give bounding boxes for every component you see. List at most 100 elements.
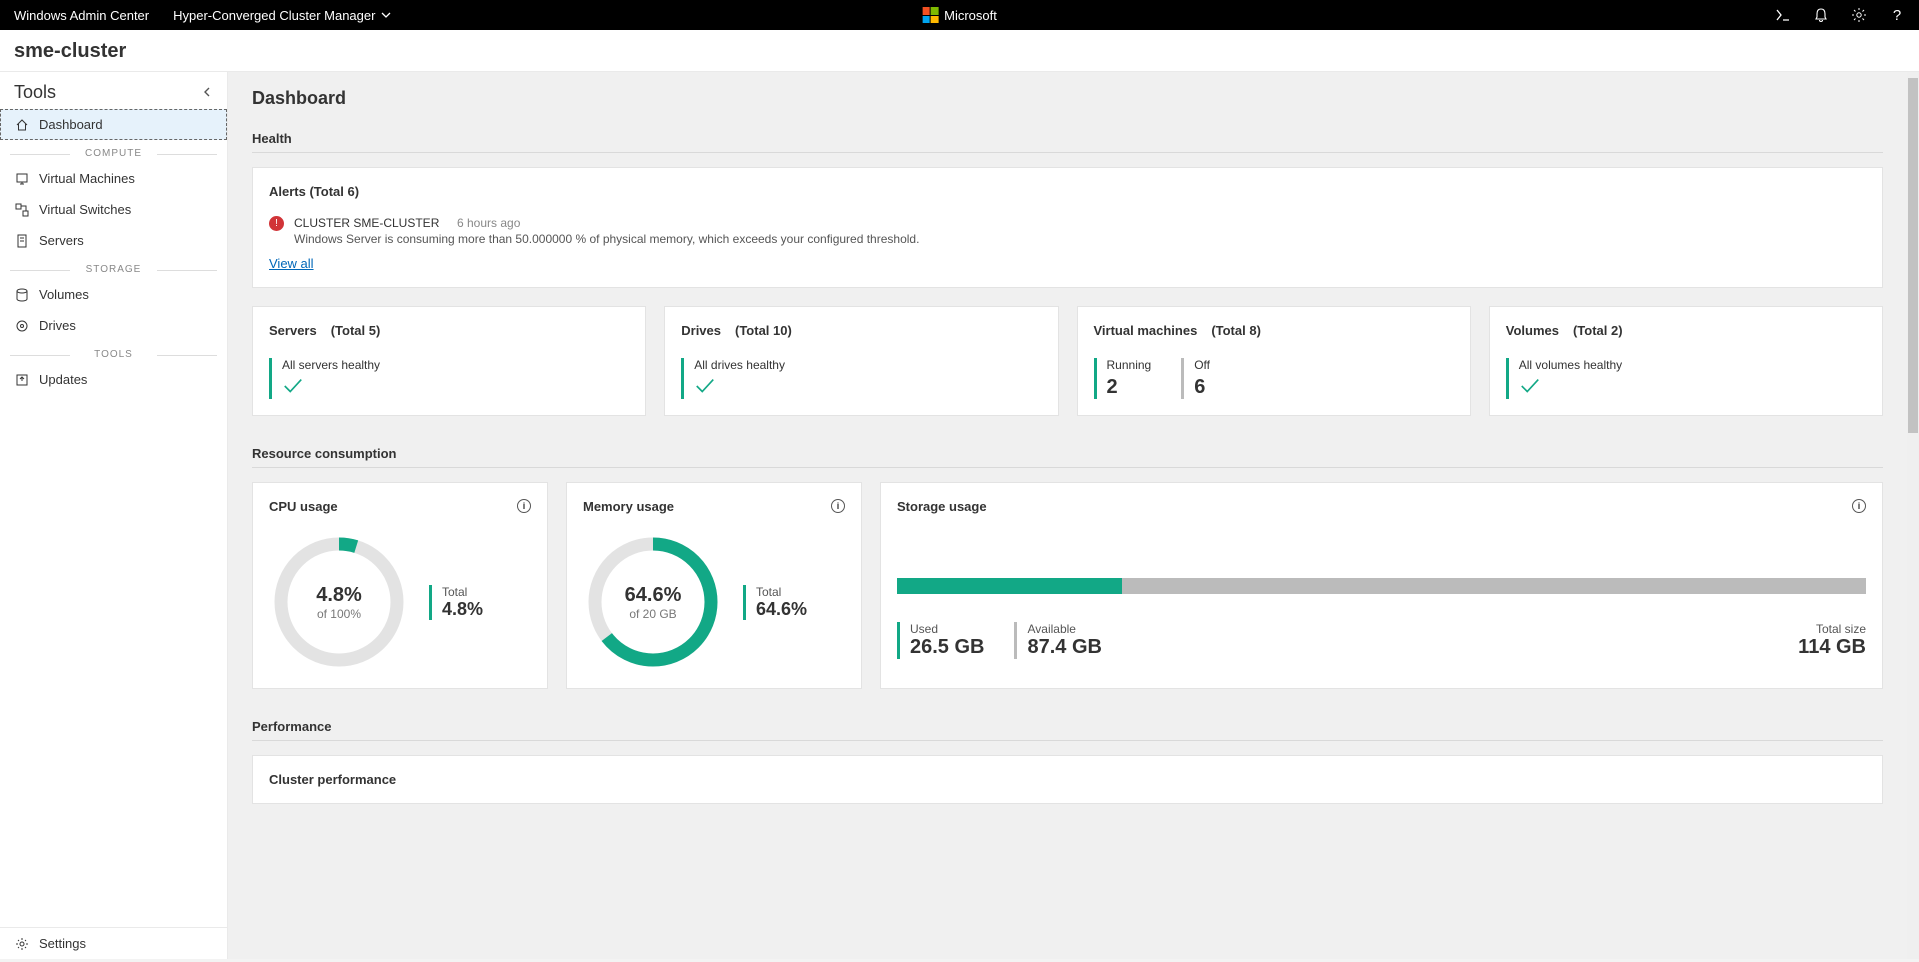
check-icon bbox=[282, 376, 304, 396]
card-total: (Total 10) bbox=[735, 323, 792, 338]
info-icon[interactable]: i bbox=[517, 499, 531, 513]
sidebar-item-vswitches[interactable]: Virtual Switches bbox=[0, 194, 227, 225]
cpu-total-label: Total bbox=[442, 585, 483, 599]
collapse-sidebar-icon[interactable] bbox=[201, 82, 213, 103]
resource-heading: Resource consumption bbox=[252, 446, 1883, 461]
help-icon[interactable]: ? bbox=[1889, 7, 1905, 23]
card-title: Volumes bbox=[1506, 323, 1559, 338]
microsoft-brand: Microsoft bbox=[922, 7, 997, 23]
group-tools: TOOLS bbox=[0, 349, 227, 360]
volumes-card[interactable]: Volumes (Total 2) All volumes healthy bbox=[1489, 306, 1883, 416]
vm-icon bbox=[15, 172, 29, 186]
servers-card[interactable]: Servers (Total 5) All servers healthy bbox=[252, 306, 646, 416]
alerts-title: Alerts (Total 6) bbox=[269, 184, 1866, 199]
card-total: (Total 5) bbox=[331, 323, 381, 338]
mem-total-value: 64.6% bbox=[756, 599, 807, 620]
home-icon bbox=[15, 118, 29, 132]
group-compute: COMPUTE bbox=[0, 148, 227, 159]
status-label: All servers healthy bbox=[282, 358, 380, 372]
sidebar-item-updates[interactable]: Updates bbox=[0, 364, 227, 395]
chevron-down-icon bbox=[381, 10, 391, 20]
settings-gear-icon[interactable] bbox=[1851, 7, 1867, 23]
cpu-gauge: 4.8%of 100% bbox=[269, 532, 409, 672]
updates-icon bbox=[15, 373, 29, 387]
sidebar-item-dashboard[interactable]: Dashboard bbox=[0, 109, 227, 140]
topbar: Windows Admin Center Hyper-Converged Clu… bbox=[0, 0, 1919, 30]
check-icon bbox=[694, 376, 716, 396]
gear-icon bbox=[15, 937, 29, 951]
switch-icon bbox=[15, 203, 29, 217]
microsoft-label: Microsoft bbox=[944, 8, 997, 23]
card-title: CPU usage bbox=[269, 499, 338, 514]
avail-value: 87.4 GB bbox=[1027, 636, 1101, 659]
check-icon bbox=[1519, 376, 1541, 396]
cpu-sub: of 100% bbox=[317, 607, 361, 621]
sidebar-item-settings[interactable]: Settings bbox=[0, 928, 227, 959]
nav-label: Virtual Machines bbox=[39, 171, 135, 186]
storage-bar bbox=[897, 578, 1866, 594]
vms-card[interactable]: Virtual machines(Total 8) Running2 Off6 bbox=[1077, 306, 1471, 416]
nav-label: Virtual Switches bbox=[39, 202, 131, 217]
cpu-card: CPU usage i 4.8%of 100% Total4.8% bbox=[252, 482, 548, 689]
alert-time: 6 hours ago bbox=[457, 216, 520, 230]
memory-gauge: 64.6%of 20 GB bbox=[583, 532, 723, 672]
alert-error-icon: ! bbox=[269, 216, 284, 231]
page-title: Dashboard bbox=[252, 88, 1883, 109]
drives-card[interactable]: Drives (Total 10) All drives healthy bbox=[664, 306, 1058, 416]
nav-label: Drives bbox=[39, 318, 76, 333]
memory-pct: 64.6% bbox=[625, 584, 682, 607]
sidebar-item-drives[interactable]: Drives bbox=[0, 310, 227, 341]
nav-label: Volumes bbox=[39, 287, 89, 302]
microsoft-logo-icon bbox=[922, 7, 938, 23]
alert-row[interactable]: ! CLUSTER SME-CLUSTER 6 hours ago Window… bbox=[269, 215, 1866, 246]
card-title: Drives bbox=[681, 323, 721, 338]
cpu-total-value: 4.8% bbox=[442, 599, 483, 620]
scrollbar-thumb[interactable] bbox=[1908, 78, 1918, 433]
content-area: Dashboard Health Alerts (Total 6) ! CLUS… bbox=[228, 72, 1907, 959]
card-total: (Total 8) bbox=[1211, 323, 1261, 338]
status-label: All drives healthy bbox=[694, 358, 785, 372]
card-title: Servers bbox=[269, 323, 317, 338]
running-value: 2 bbox=[1107, 376, 1152, 399]
nav-label: Dashboard bbox=[39, 117, 103, 132]
cluster-name: sme-cluster bbox=[14, 40, 1905, 63]
scrollbar[interactable] bbox=[1907, 72, 1919, 959]
card-title: Memory usage bbox=[583, 499, 674, 514]
memory-sub: of 20 GB bbox=[629, 607, 676, 621]
module-label: Hyper-Converged Cluster Manager bbox=[173, 8, 375, 23]
volume-icon bbox=[15, 288, 29, 302]
group-storage: STORAGE bbox=[0, 264, 227, 275]
server-icon bbox=[15, 234, 29, 248]
module-dropdown[interactable]: Hyper-Converged Cluster Manager bbox=[173, 8, 391, 23]
running-label: Running bbox=[1107, 358, 1152, 372]
info-icon[interactable]: i bbox=[831, 499, 845, 513]
app-name: Windows Admin Center bbox=[14, 8, 149, 23]
avail-label: Available bbox=[1027, 622, 1101, 636]
notifications-icon[interactable] bbox=[1813, 7, 1829, 23]
total-label: Total size bbox=[1798, 622, 1866, 636]
card-total: (Total 2) bbox=[1573, 323, 1623, 338]
sidebar-item-volumes[interactable]: Volumes bbox=[0, 279, 227, 310]
titlebar: sme-cluster bbox=[0, 30, 1919, 72]
tools-title: Tools bbox=[14, 82, 56, 103]
nav-label: Updates bbox=[39, 372, 87, 387]
sidebar: Tools Dashboard COMPUTE Virtual Machines… bbox=[0, 72, 228, 959]
storage-card: Storage usagei Used26.5 GB Available87.4… bbox=[880, 482, 1883, 689]
info-icon[interactable]: i bbox=[1852, 499, 1866, 513]
total-value: 114 GB bbox=[1798, 636, 1866, 659]
alert-source: CLUSTER SME-CLUSTER bbox=[294, 216, 439, 230]
console-icon[interactable] bbox=[1775, 7, 1791, 23]
sidebar-item-vms[interactable]: Virtual Machines bbox=[0, 163, 227, 194]
status-label: All volumes healthy bbox=[1519, 358, 1622, 372]
view-all-link[interactable]: View all bbox=[269, 256, 314, 271]
performance-card: Cluster performance bbox=[252, 755, 1883, 804]
used-label: Used bbox=[910, 622, 984, 636]
performance-heading: Performance bbox=[252, 719, 1883, 734]
used-value: 26.5 GB bbox=[910, 636, 984, 659]
sidebar-item-servers[interactable]: Servers bbox=[0, 225, 227, 256]
alert-message: Windows Server is consuming more than 50… bbox=[294, 232, 919, 246]
health-heading: Health bbox=[252, 131, 1883, 146]
nav-label: Settings bbox=[39, 936, 86, 951]
drive-icon bbox=[15, 319, 29, 333]
off-value: 6 bbox=[1194, 376, 1210, 399]
